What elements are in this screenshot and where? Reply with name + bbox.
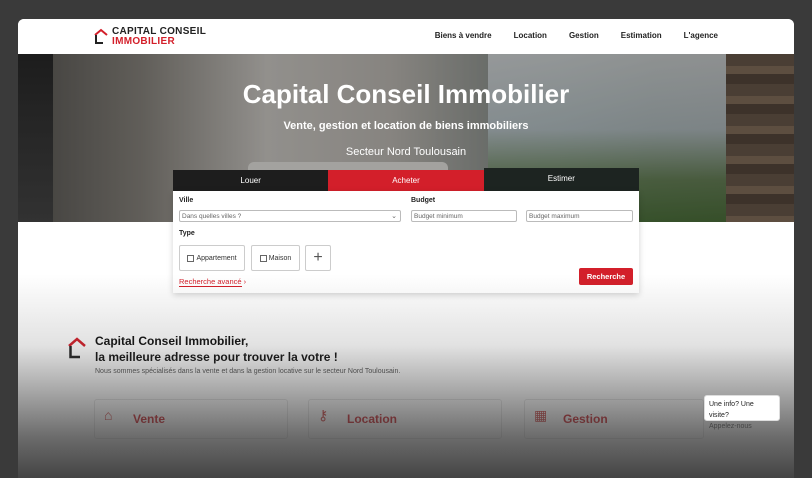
service-card-vente[interactable]: ⌂ Vente bbox=[94, 399, 288, 439]
nav-estimation[interactable]: Estimation bbox=[621, 31, 662, 40]
service-card-location[interactable]: ⚷ Location bbox=[308, 399, 502, 439]
chat-line2: Appelez-nous bbox=[709, 423, 752, 430]
tab-louer[interactable]: Louer bbox=[173, 170, 329, 191]
hero-title: Capital Conseil Immobilier bbox=[242, 79, 570, 109]
type-maison-label: Maison bbox=[268, 255, 292, 262]
house-logo-icon bbox=[94, 28, 108, 44]
site-header: CAPITAL CONSEIL IMMOBILIER Biens à vendr… bbox=[18, 19, 794, 54]
service-label-vente: Vente bbox=[133, 412, 166, 426]
type-label: Type bbox=[179, 230, 195, 237]
budget-min-input[interactable]: Budget minimum bbox=[411, 210, 517, 222]
ville-label: Ville bbox=[179, 197, 194, 204]
about-description: Nous sommes spécialisés dans la vente et… bbox=[95, 368, 401, 375]
search-button[interactable]: Recherche bbox=[579, 268, 633, 285]
chat-line1: Une info? Une visite? bbox=[709, 401, 754, 419]
service-card-gestion[interactable]: ▦ Gestion bbox=[524, 399, 704, 439]
checkbox-icon bbox=[259, 254, 267, 262]
nav-biens-a-vendre[interactable]: Biens à vendre bbox=[435, 31, 492, 40]
add-type-button[interactable]: + bbox=[305, 245, 331, 271]
type-maison-checkbox[interactable]: Maison bbox=[251, 245, 300, 271]
about-title-line1: Capital Conseil Immobilier, bbox=[95, 334, 249, 348]
service-label-location: Location bbox=[347, 412, 397, 426]
chat-widget[interactable]: Une info? Une visite? Appelez-nous bbox=[704, 395, 780, 430]
about-title-line2: la meilleure adresse pour trouver la vot… bbox=[95, 350, 338, 364]
search-panel: Ville Dans quelles villes ? ⌄ Budget Bud… bbox=[173, 191, 639, 293]
advanced-search-label: Recherche avancé bbox=[179, 277, 242, 287]
services-row: ⌂ Vente ⚷ Location ▦ Gestion bbox=[94, 399, 704, 439]
search-tabs: Louer Acheter Estimer bbox=[173, 168, 639, 191]
main-nav: Biens à vendre Location Gestion Estimati… bbox=[435, 31, 718, 40]
bottom-fade-overlay bbox=[18, 274, 794, 478]
ville-select[interactable]: Dans quelles villes ? ⌄ bbox=[179, 210, 401, 222]
nav-gestion[interactable]: Gestion bbox=[569, 31, 599, 40]
advanced-search-link[interactable]: Recherche avancé › bbox=[179, 277, 247, 287]
type-appartement-checkbox[interactable]: Appartement bbox=[179, 245, 245, 271]
house-logo-icon bbox=[68, 337, 86, 359]
chevron-down-icon: ⌄ bbox=[391, 213, 397, 220]
about-title: Capital Conseil Immobilier, la meilleure… bbox=[95, 333, 338, 365]
nav-location[interactable]: Location bbox=[514, 31, 547, 40]
ville-placeholder: Dans quelles villes ? bbox=[182, 213, 242, 220]
budget-max-input[interactable]: Budget maximum bbox=[526, 210, 633, 222]
checkbox-icon bbox=[187, 254, 195, 262]
building-icon: ▦ bbox=[534, 407, 548, 423]
hero-subtitle: Vente, gestion et location de biens immo… bbox=[283, 120, 529, 132]
budget-label: Budget bbox=[411, 197, 436, 204]
plus-icon: + bbox=[313, 249, 323, 266]
hero-area: Secteur Nord Toulousain bbox=[345, 146, 467, 158]
tab-acheter[interactable]: Acheter bbox=[328, 170, 484, 191]
service-label-gestion: Gestion bbox=[563, 412, 608, 426]
key-icon: ⚷ bbox=[318, 407, 329, 423]
tab-estimer[interactable]: Estimer bbox=[483, 168, 639, 191]
logo-text-line2: IMMOBILIER bbox=[112, 36, 175, 47]
house-icon: ⌂ bbox=[104, 407, 113, 423]
type-appartement-label: Appartement bbox=[196, 255, 237, 262]
site-logo[interactable]: CAPITAL CONSEIL IMMOBILIER bbox=[94, 26, 214, 48]
browser-viewport: CAPITAL CONSEIL IMMOBILIER Biens à vendr… bbox=[18, 19, 794, 478]
chevron-right-icon: › bbox=[243, 277, 247, 286]
nav-agence[interactable]: L'agence bbox=[684, 31, 718, 40]
